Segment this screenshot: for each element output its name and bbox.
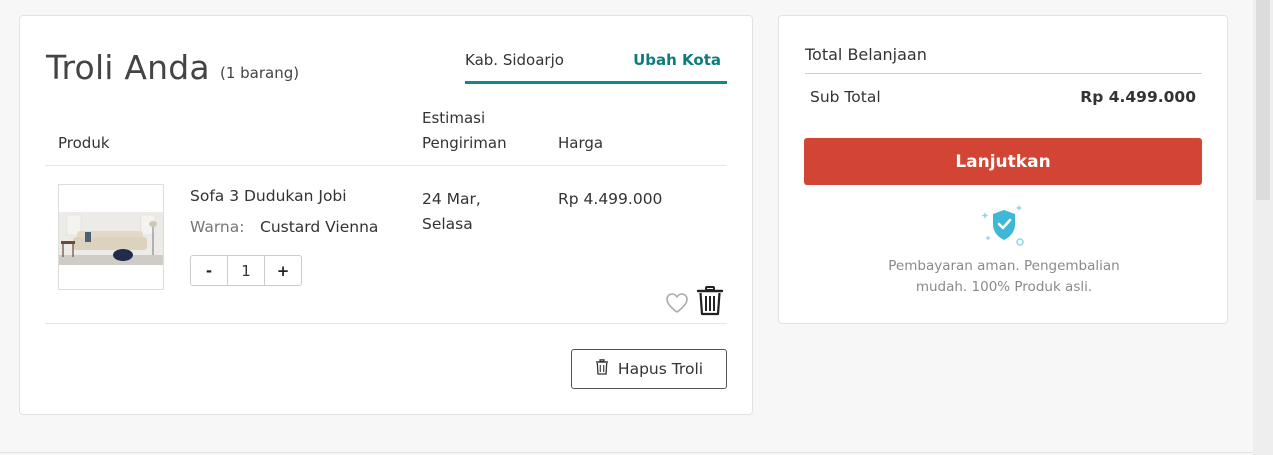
city-selector: Kab. Sidoarjo Ubah Kota — [465, 51, 727, 84]
column-header-shipping: Estimasi Pengiriman — [422, 109, 507, 152]
product-image[interactable] — [58, 184, 164, 290]
decrement-button[interactable]: - — [191, 256, 227, 285]
change-city-link[interactable]: Ubah Kota — [633, 51, 721, 69]
trash-icon[interactable] — [696, 285, 724, 321]
page-scrollbar[interactable] — [1253, 0, 1273, 455]
subtotal-label: Sub Total — [810, 88, 881, 106]
clear-cart-label: Hapus Troli — [617, 360, 704, 378]
column-header-product: Produk — [58, 134, 110, 152]
subtotal-value: Rp 4.499.000 — [1080, 88, 1196, 106]
cart-panel: Troli Anda (1 barang) Kab. Sidoarjo Ubah… — [19, 15, 753, 415]
secure-payment-text: Pembayaran aman. Pengembalian mudah. 100… — [888, 258, 1120, 295]
column-header-price: Harga — [558, 134, 604, 152]
page-title: Troli Anda — [46, 48, 210, 87]
quantity-stepper: - 1 + — [190, 255, 302, 286]
clear-cart-button[interactable]: Hapus Troli — [571, 349, 727, 389]
city-label: Kab. Sidoarjo — [465, 51, 564, 69]
heart-icon[interactable] — [665, 292, 689, 318]
color-value: Custard Vienna — [260, 218, 379, 236]
item-price: Rp 4.499.000 — [558, 190, 663, 208]
summary-divider — [805, 73, 1202, 74]
product-name[interactable]: Sofa 3 Dudukan Jobi — [190, 187, 347, 205]
color-label: Warna: — [190, 218, 245, 236]
header-divider — [45, 165, 727, 166]
increment-button[interactable]: + — [265, 256, 301, 285]
continue-button[interactable]: Lanjutkan — [804, 138, 1202, 185]
order-summary-panel: Total Belanjaan Sub Total Rp 4.499.000 L… — [778, 15, 1228, 324]
item-divider — [45, 323, 727, 324]
quantity-value[interactable]: 1 — [227, 256, 265, 285]
page-divider — [0, 452, 1253, 453]
item-count: (1 barang) — [220, 64, 300, 82]
trash-icon — [595, 359, 609, 379]
shield-check-icon — [979, 202, 1029, 254]
sofa-product-photo — [59, 185, 163, 289]
scrollbar-thumb[interactable] — [1256, 0, 1270, 200]
summary-title: Total Belanjaan — [805, 45, 927, 64]
shipping-estimate: 24 Mar, Selasa — [422, 190, 481, 233]
